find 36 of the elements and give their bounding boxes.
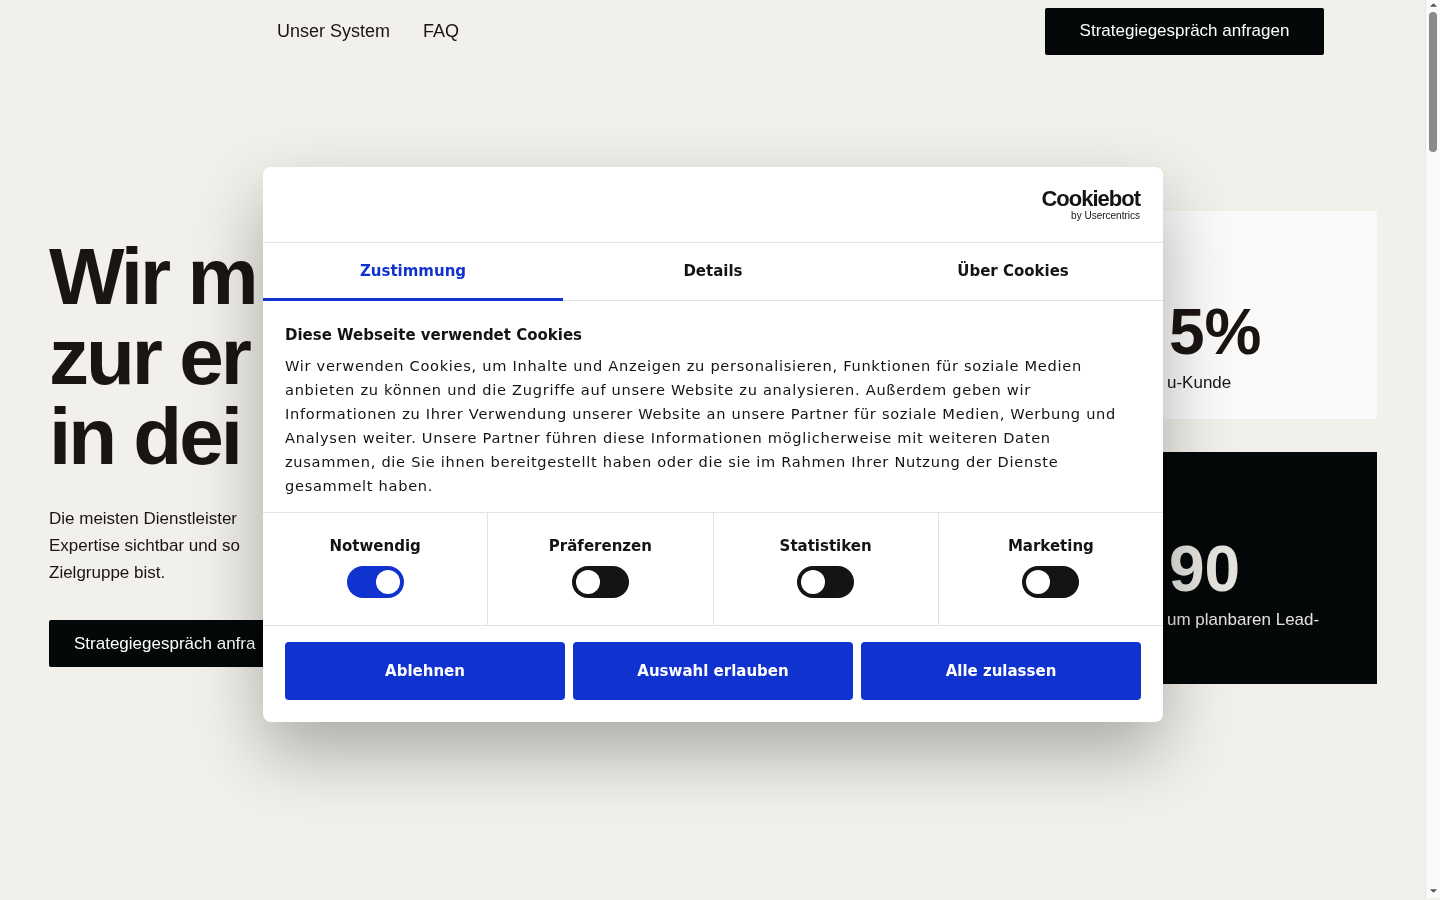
category-label: Marketing [1007, 537, 1094, 555]
scrollbar[interactable] [1425, 0, 1440, 898]
category-label: Statistiken [779, 537, 872, 555]
stat-label: um planbaren Lead- [1166, 609, 1321, 631]
consent-button[interactable]: Ablehnen [285, 642, 565, 700]
category-label: Präferenzen [548, 537, 652, 555]
hero-text: Expertise sichtbar und so [49, 535, 241, 557]
cta-button[interactable]: Strategiegespräch anfragen [1045, 7, 1324, 55]
logo-tagline: by Usercentrics [1071, 209, 1140, 222]
stat-value: 5% [1168, 295, 1263, 369]
dialog-text: Wir verwenden Cookies, um Inhalte und Anzeigen zu personalisieren, Funktionen für soziale Medien anbieten zu können und die Zugriffe auf unsere Website zu analysieren. Außerdem geben wir Informationen zu Ihrer Verwendung unserer Website an unsere Partner für soziale Medien, Werbung und Analysen weiter. Unsere Partner führen diese Informationen möglicherweise mit weiteren Daten zusammen, die Sie ihnen bereitgestellt haben oder die sie im Rahmen Ihrer Nutzung der Dienste gesammelt haben. [285, 356, 1118, 496]
hero-text: Die meisten Dienstleister [49, 508, 238, 530]
consent-button[interactable]: Alle zulassen [861, 642, 1141, 700]
dialog-tab[interactable]: Über Cookies [863, 243, 1163, 301]
toggle-switch[interactable] [797, 566, 855, 598]
headline-text: zur er [49, 317, 251, 397]
dialog-tab[interactable]: Zustimmung [263, 243, 563, 301]
category-label: Notwendig [329, 537, 421, 555]
headline-text: in dei [49, 397, 241, 477]
dialog-title: Diese Webseite verwendet Cookies [285, 326, 584, 344]
nav-link[interactable]: FAQ [423, 20, 460, 42]
scroll-down-icon[interactable] [1428, 888, 1438, 894]
hero-text: Zielgruppe bist. [49, 562, 167, 584]
hero-button[interactable]: Strategiegespräch anfra [49, 620, 264, 667]
stat-label: u-Kunde [1166, 372, 1233, 394]
toggle-switch[interactable] [346, 566, 404, 598]
dialog-tab[interactable]: Details [563, 243, 863, 301]
scroll-up-icon[interactable] [1428, 2, 1438, 8]
logo-wordmark: Cookiebot [1041, 187, 1140, 210]
nav-link[interactable]: Unser System [277, 20, 391, 42]
toggle-switch[interactable] [571, 566, 629, 598]
consent-button[interactable]: Auswahl erlauben [573, 642, 853, 700]
headline-text: Wir m [49, 237, 257, 317]
toggle-switch[interactable] [1022, 566, 1080, 598]
stat-value: 90 [1168, 532, 1242, 606]
scroll-thumb[interactable] [1429, 12, 1437, 152]
